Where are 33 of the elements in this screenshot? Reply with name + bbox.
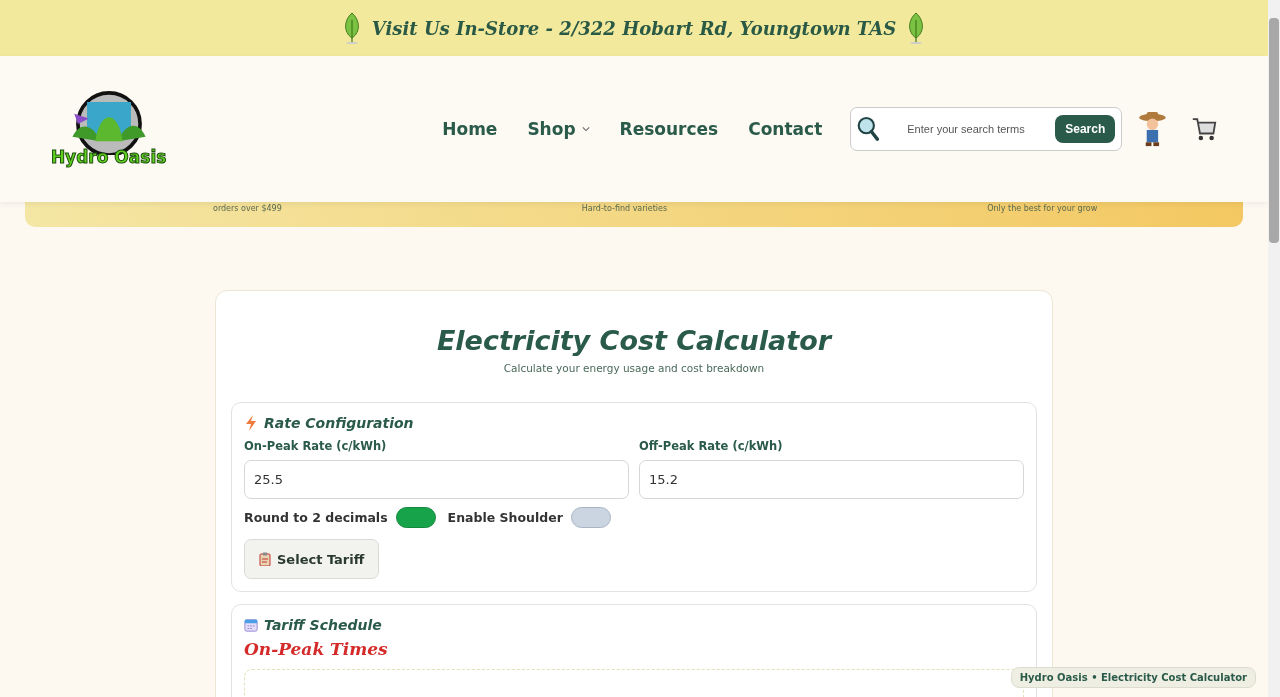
search-button[interactable]: Search (1055, 115, 1116, 143)
input-field[interactable]: 15.2 (639, 460, 1024, 499)
select-tariff-button[interactable]: Select Tariff (244, 539, 380, 579)
calculator-subtitle: Calculate your energy usage and cost breakdown (502, 362, 766, 374)
section-subheading: On-Peak Times (244, 639, 389, 659)
scrollbar[interactable] (1268, 0, 1280, 697)
section-title: Tariff Schedule (264, 617, 382, 633)
calculator-title: Electricity Cost Calculator (435, 325, 834, 356)
nav-link[interactable]: Home (442, 119, 498, 139)
toggle-switch[interactable] (570, 507, 611, 528)
caret-icon (581, 126, 590, 132)
perk-text: Hard-to-find varieties (581, 204, 668, 213)
search-icon (857, 115, 880, 143)
input-field[interactable]: 25.5 (244, 460, 629, 499)
toggle-label: Enable Shoulder (447, 510, 563, 525)
nav-link[interactable]: Shop (527, 119, 590, 139)
nav-link[interactable]: Resources (619, 119, 719, 139)
farmer-avatar-icon[interactable] (1138, 110, 1168, 148)
section-title: Rate Configuration (264, 415, 414, 431)
field-label: On-Peak Rate (c/kWh) (244, 439, 388, 453)
toggle-label: Round to 2 decimals (244, 510, 388, 525)
nav-link[interactable]: Contact (748, 119, 823, 139)
field-label: Off-Peak Rate (c/kWh) (639, 439, 784, 453)
clipboard-icon (259, 552, 271, 566)
toggle-switch[interactable] (395, 507, 436, 528)
lightning-icon (244, 415, 258, 431)
logo-text: Hydro Oasis (50, 147, 167, 167)
perk-text: orders over $499 (213, 204, 282, 213)
perk-text: Only the best for your grow (987, 204, 1098, 213)
search-field[interactable]: Enter your search terms Search (850, 107, 1123, 151)
calendar-icon (244, 617, 258, 633)
footer-badge: Hydro Oasis • Electricity Cost Calculator (1010, 667, 1256, 688)
announcement-text: Visit Us In-Store - 2/322 Hobart Rd, Youngtown TAS (371, 17, 897, 39)
